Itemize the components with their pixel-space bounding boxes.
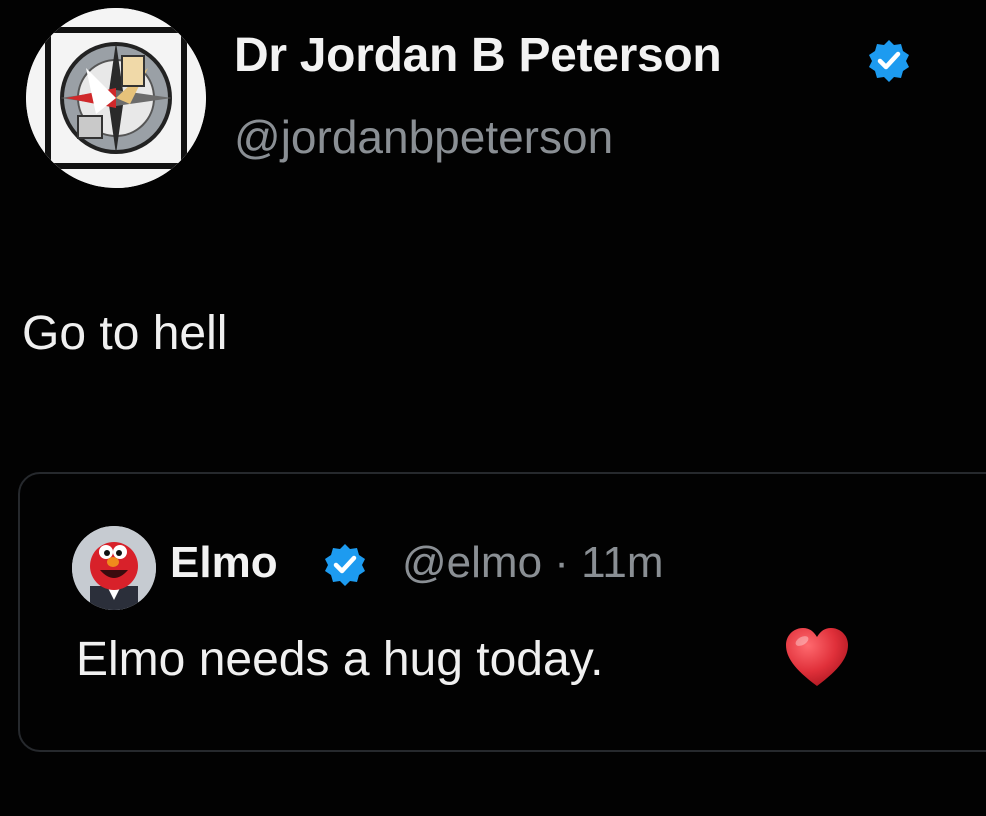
quoted-author-name[interactable]: Elmo xyxy=(170,538,278,588)
author-avatar[interactable] xyxy=(26,8,206,188)
quoted-tweet-card[interactable] xyxy=(18,472,986,752)
compass-logo-avatar-icon xyxy=(26,8,206,188)
tweet-text: Go to hell xyxy=(22,307,228,360)
verified-badge-icon xyxy=(866,38,912,84)
quoted-author-handle-time[interactable]: @elmo · 11m xyxy=(402,538,663,588)
author-name[interactable]: Dr Jordan B Peterson xyxy=(234,28,722,83)
quoted-tweet-text: Elmo needs a hug today. xyxy=(76,633,604,686)
red-heart-icon xyxy=(782,624,852,694)
author-handle[interactable]: @jordanbpeterson xyxy=(234,110,613,164)
quoted-author-avatar[interactable] xyxy=(72,526,156,610)
elmo-avatar-icon xyxy=(72,526,156,610)
quoted-verified-badge-icon xyxy=(322,542,368,588)
